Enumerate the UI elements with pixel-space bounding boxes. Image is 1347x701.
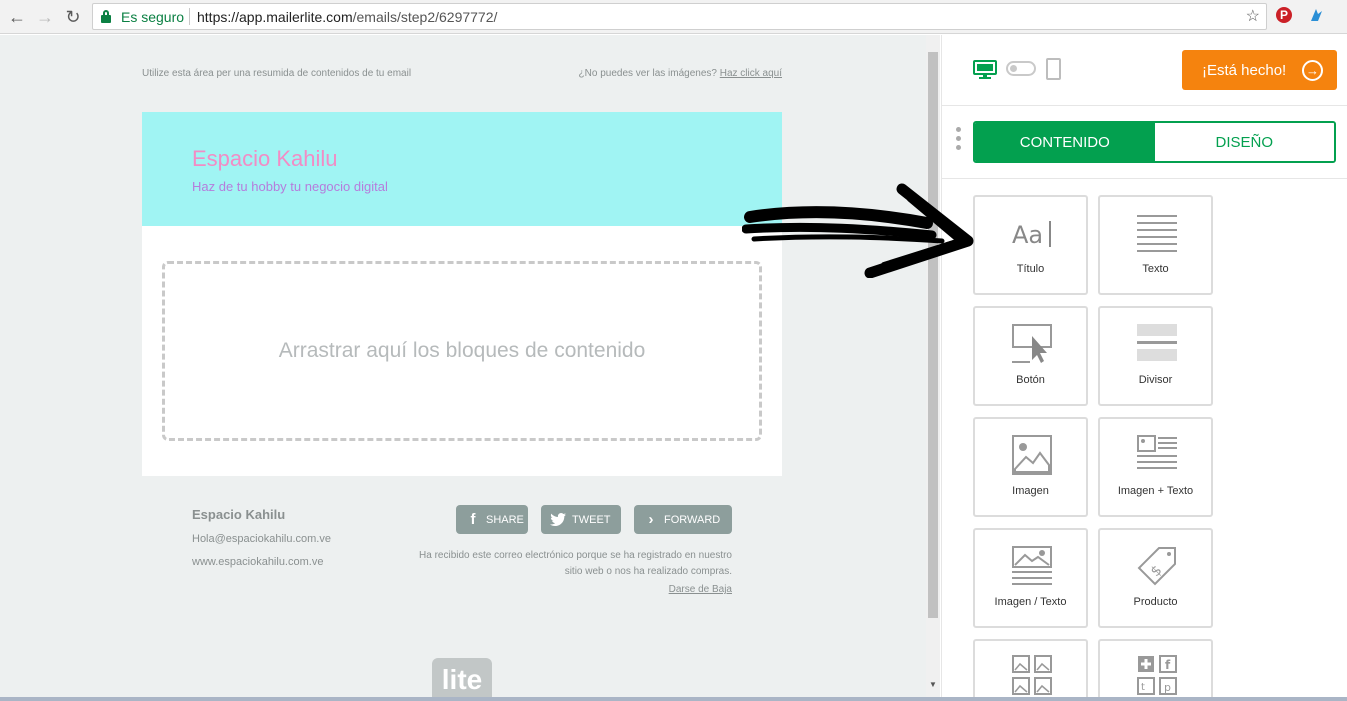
block-image-over-text[interactable]: Imagen / Texto bbox=[973, 528, 1088, 628]
secure-label: Es seguro bbox=[121, 9, 185, 25]
twitter-icon bbox=[550, 513, 566, 526]
block-label: Divisor bbox=[1138, 374, 1173, 386]
view-toggle[interactable] bbox=[1006, 61, 1036, 76]
svg-text:t: t bbox=[1141, 682, 1145, 693]
mailerlite-badge: lite bbox=[432, 658, 492, 701]
block-title[interactable]: Aa Título bbox=[973, 195, 1088, 295]
chevron-right-icon: › bbox=[648, 511, 654, 528]
image-icon bbox=[1012, 435, 1052, 475]
block-label: Imagen bbox=[1012, 485, 1049, 497]
block-social[interactable]: f t p bbox=[1098, 639, 1213, 701]
forward-label: FORWARD bbox=[664, 513, 721, 526]
share-label: SHARE bbox=[486, 513, 524, 526]
annotation-arrow-icon bbox=[742, 183, 974, 278]
view-link[interactable]: Haz click aquí bbox=[720, 68, 782, 79]
bookmark-star-icon[interactable]: ☆ bbox=[1246, 6, 1260, 26]
block-label: Imagen + Texto bbox=[1117, 485, 1194, 497]
product-tag-icon: $ bbox=[1137, 547, 1176, 586]
block-label: Imagen / Texto bbox=[994, 596, 1067, 608]
done-button[interactable]: ¡Está hecho! → bbox=[1182, 50, 1337, 90]
share-button[interactable]: f SHARE bbox=[456, 505, 528, 534]
view-text: ¿No puedes ver las imágenes? bbox=[578, 68, 717, 79]
url-separator bbox=[189, 8, 190, 25]
svg-text:Aa: Aa bbox=[1012, 221, 1043, 249]
forward-button[interactable]: › FORWARD bbox=[634, 505, 732, 534]
mobile-view-icon[interactable] bbox=[1046, 58, 1061, 80]
text-icon bbox=[1137, 215, 1177, 252]
block-divider[interactable]: Divisor bbox=[1098, 306, 1213, 406]
url-path: /emails/step2/6297772/ bbox=[352, 9, 498, 25]
email-header-block[interactable]: Espacio Kahilu Haz de tu hobby tu negoci… bbox=[142, 112, 782, 226]
lock-icon bbox=[101, 10, 111, 23]
pinterest-extension-icon[interactable]: P bbox=[1276, 7, 1292, 23]
divider-icon bbox=[1137, 324, 1177, 361]
title-icon: Aa bbox=[1012, 221, 1051, 249]
scroll-down-icon[interactable]: ▼ bbox=[927, 680, 939, 689]
block-label: Título bbox=[1016, 263, 1045, 275]
preheader-text[interactable]: Utilize esta área per una resumida de co… bbox=[142, 68, 411, 79]
brand-subtitle[interactable]: Haz de tu hobby tu negocio digital bbox=[192, 179, 388, 194]
view-in-browser: ¿No puedes ver las imágenes? Haz click a… bbox=[560, 66, 782, 82]
url-text[interactable]: https://app.mailerlite.com/emails/step2/… bbox=[197, 9, 497, 25]
os-taskbar bbox=[0, 697, 1347, 701]
drag-handle-icon[interactable] bbox=[956, 127, 962, 155]
social-icon: f t p bbox=[1137, 655, 1177, 695]
forward-icon[interactable]: → bbox=[34, 6, 56, 28]
scrollbar-thumb[interactable] bbox=[928, 52, 938, 618]
facebook-icon: f bbox=[470, 511, 476, 528]
brand-title[interactable]: Espacio Kahilu bbox=[192, 146, 338, 172]
image-over-text-icon bbox=[1012, 546, 1052, 585]
address-bar[interactable]: Es seguro https://app.mailerlite.com/ema… bbox=[92, 3, 1267, 30]
tweet-label: TWEET bbox=[572, 513, 611, 526]
content-area: Arrastrar aquí los bloques de contenido bbox=[142, 226, 782, 476]
tab-contenido[interactable]: CONTENIDO bbox=[975, 123, 1155, 161]
block-image[interactable]: Imagen bbox=[973, 417, 1088, 517]
desktop-view-icon[interactable] bbox=[973, 60, 997, 80]
reload-icon[interactable]: ↻ bbox=[62, 6, 84, 28]
svg-text:p: p bbox=[1164, 681, 1171, 694]
blocks-panel: ¡Está hecho! → CONTENIDO DISEÑO Aa Títul… bbox=[941, 35, 1347, 701]
footer-note: Ha recibido este correo electrónico porq… bbox=[419, 550, 732, 577]
footer-website: www.espaciokahilu.com.ve bbox=[192, 556, 324, 568]
content-dropzone[interactable]: Arrastrar aquí los bloques de contenido bbox=[162, 261, 762, 441]
tab-diseno[interactable]: DISEÑO bbox=[1154, 123, 1334, 161]
back-icon[interactable]: ← bbox=[6, 6, 28, 28]
tweet-button[interactable]: TWEET bbox=[541, 505, 621, 534]
block-button[interactable]: Botón bbox=[973, 306, 1088, 406]
block-label: Botón bbox=[1016, 374, 1045, 386]
panel-topbar: ¡Está hecho! → bbox=[942, 35, 1347, 106]
block-label: Producto bbox=[1133, 596, 1178, 608]
footer-company: Espacio Kahilu bbox=[192, 507, 286, 522]
image-text-icon bbox=[1137, 435, 1177, 469]
done-button-label: ¡Está hecho! bbox=[1202, 61, 1287, 79]
dropzone-text: Arrastrar aquí los bloques de contenido bbox=[278, 339, 646, 362]
browser-toolbar: ← → ↻ Es seguro https://app.mailerlite.c… bbox=[0, 0, 1347, 34]
panel-tabs: CONTENIDO DISEÑO bbox=[973, 121, 1336, 163]
block-gallery[interactable] bbox=[973, 639, 1088, 701]
block-text[interactable]: Texto bbox=[1098, 195, 1213, 295]
arrow-right-icon: → bbox=[1302, 60, 1323, 81]
button-icon bbox=[1012, 324, 1052, 363]
block-image-text[interactable]: Imagen + Texto bbox=[1098, 417, 1213, 517]
block-product[interactable]: $ Producto bbox=[1098, 528, 1213, 628]
url-host: https://app.mailerlite.com bbox=[197, 9, 353, 25]
footer-email: Hola@espaciokahilu.com.ve bbox=[192, 533, 331, 545]
extension-icon[interactable] bbox=[1309, 8, 1323, 22]
tabs-divider bbox=[942, 178, 1347, 179]
svg-text:f: f bbox=[1165, 658, 1171, 672]
gallery-icon bbox=[1012, 655, 1052, 695]
block-label: Texto bbox=[1142, 263, 1169, 275]
email-canvas: Utilize esta área per una resumida de co… bbox=[0, 35, 926, 701]
unsubscribe-link[interactable]: Darse de Baja bbox=[602, 584, 732, 595]
